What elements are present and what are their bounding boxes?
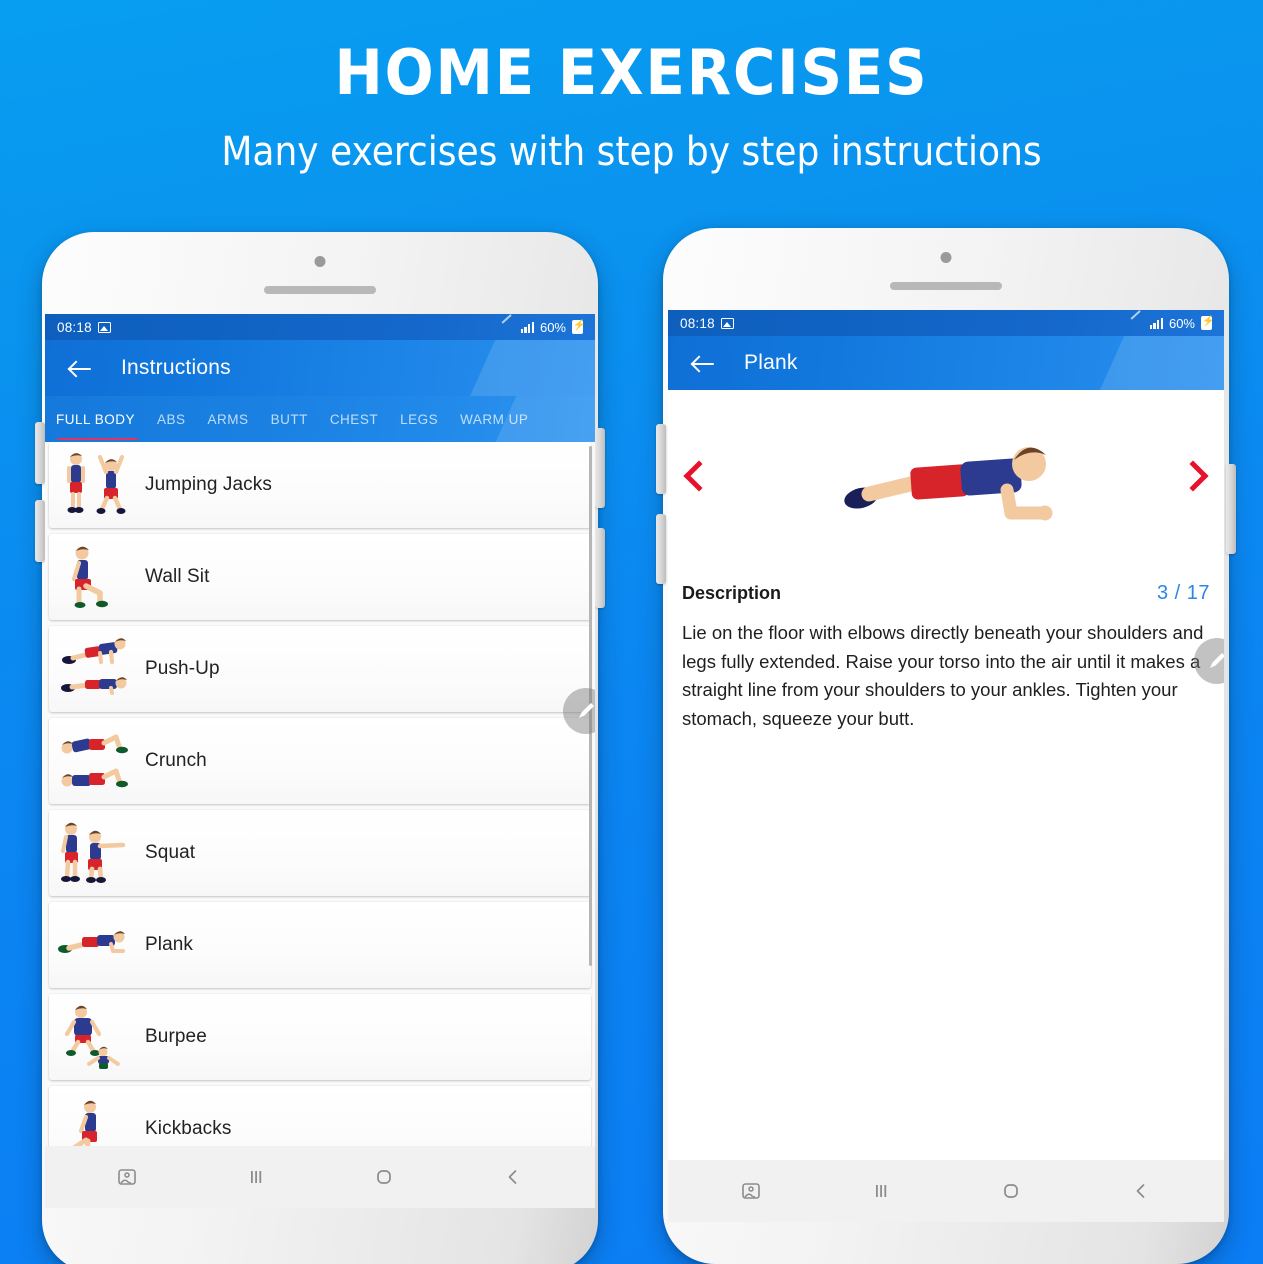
power-button[interactable] [595,428,605,508]
assistant-button[interactable] [595,528,605,608]
photo-icon [720,317,734,329]
battery-percent: 60% [539,319,566,335]
phone-mockup-right: 08:18 60% Plank [656,228,1236,1264]
pen-icon [501,321,515,333]
pencil-glyph [579,703,594,718]
jumping-jacks-thumb [49,445,145,525]
back-icon[interactable] [1118,1171,1164,1211]
status-time: 08:18 [680,315,715,331]
tab-chest[interactable]: CHEST [319,396,389,442]
front-camera-icon [314,256,326,267]
home-icon[interactable] [988,1171,1034,1211]
recents-icon[interactable] [858,1171,904,1211]
list-item-label: Kickbacks [145,1118,232,1139]
app-bar-sheen [1026,336,1224,390]
phone-mockup-left: 08:18 60% Instructions FULL BODY ABS ARM… [35,232,605,1264]
list-item-label: Crunch [145,750,207,771]
step-counter: 3 / 17 [1156,582,1210,604]
device-screen-right: 08:18 60% Plank [668,310,1224,1160]
chevron-right-icon[interactable] [1176,455,1210,505]
crunch-thumb [49,721,145,801]
tab-full-body[interactable]: FULL BODY [45,396,146,442]
status-time: 08:18 [57,319,92,335]
exercise-detail-body: Description 3 / 17 Lie on the floor with… [668,390,1224,1104]
battery-charging-icon [572,319,583,334]
back-arrow-icon[interactable] [690,350,716,376]
list-item[interactable]: Plank [49,902,591,988]
list-item[interactable]: Jumping Jacks [49,442,591,528]
tab-warm-up[interactable]: WARM UP [449,396,539,442]
list-item[interactable]: Burpee [49,994,591,1080]
app-bar-title: Instructions [121,356,231,379]
plank-thumb [49,913,145,977]
list-item-label: Burpee [145,1026,207,1047]
app-bar-sheen [397,340,595,396]
volume-down-button[interactable] [35,500,45,562]
description-header: Description 3 / 17 [668,582,1224,605]
app-bar-title: Plank [744,351,798,374]
back-arrow-icon[interactable] [67,355,93,381]
tab-arms[interactable]: ARMS [197,396,260,442]
status-bar: 08:18 60% [45,314,595,340]
category-tab-bar: FULL BODY ABS ARMS BUTT CHEST LEGS WARM … [45,396,595,442]
app-bar: Instructions [45,340,595,396]
signal-icon [520,321,534,333]
tab-abs[interactable]: ABS [146,396,197,442]
earpiece-speaker [890,282,1002,290]
push-up-thumb [49,630,145,708]
exercise-list: Jumping Jacks Wall Sit Push-Up Crunch Sq… [45,442,595,1146]
battery-percent: 60% [1168,315,1195,331]
list-item[interactable]: Kickbacks [49,1086,591,1146]
list-item[interactable]: Push-Up [49,626,591,712]
page-title: HOME EXERCISES [334,36,929,109]
screenshot-icon[interactable] [728,1171,774,1211]
list-item-label: Squat [145,842,196,863]
list-item-label: Wall Sit [145,566,210,587]
back-icon[interactable] [490,1157,536,1197]
tab-legs[interactable]: LEGS [389,396,449,442]
list-item[interactable]: Crunch [49,718,591,804]
volume-up-button[interactable] [35,422,45,484]
tab-butt[interactable]: BUTT [260,396,319,442]
list-item-label: Push-Up [145,658,220,679]
photo-icon [97,321,111,333]
pencil-glyph [1210,653,1224,668]
system-navigation-bar [668,1160,1224,1222]
phone-top-bezel [42,232,598,314]
system-navigation-bar [45,1146,595,1208]
pen-icon [1130,317,1144,329]
list-item-label: Jumping Jacks [145,474,272,495]
home-icon[interactable] [361,1157,407,1197]
volume-down-button[interactable] [656,514,666,584]
promo-header: HOME EXERCISES Many exercises with step … [0,0,1263,175]
app-bar: Plank [668,336,1224,390]
status-bar: 08:18 60% [668,310,1224,336]
chevron-left-icon[interactable] [682,455,716,505]
earpiece-speaker [264,286,376,294]
list-item[interactable]: Squat [49,810,591,896]
volume-up-button[interactable] [656,424,666,494]
description-body: Lie on the floor with elbows directly be… [682,622,1204,730]
power-button[interactable] [1226,464,1236,554]
description-heading: Description [682,583,782,603]
plank-illustration [811,420,1081,540]
burpee-thumb [49,996,145,1078]
front-camera-icon [940,252,952,263]
screenshot-icon[interactable] [104,1157,150,1197]
list-item[interactable]: Wall Sit [49,534,591,620]
page-subtitle: Many exercises with step by step instruc… [221,129,1042,176]
recents-icon[interactable] [233,1157,279,1197]
signal-icon [1149,317,1163,329]
phone-top-bezel [663,228,1229,310]
wall-sit-thumb [49,537,145,617]
device-screen-left: 08:18 60% Instructions FULL BODY ABS ARM… [45,314,595,1146]
battery-charging-icon [1201,315,1212,330]
exercise-image-carousel [668,390,1224,570]
squat-thumb [49,813,145,893]
kickbacks-thumb [49,1089,145,1146]
list-item-label: Plank [145,934,194,955]
